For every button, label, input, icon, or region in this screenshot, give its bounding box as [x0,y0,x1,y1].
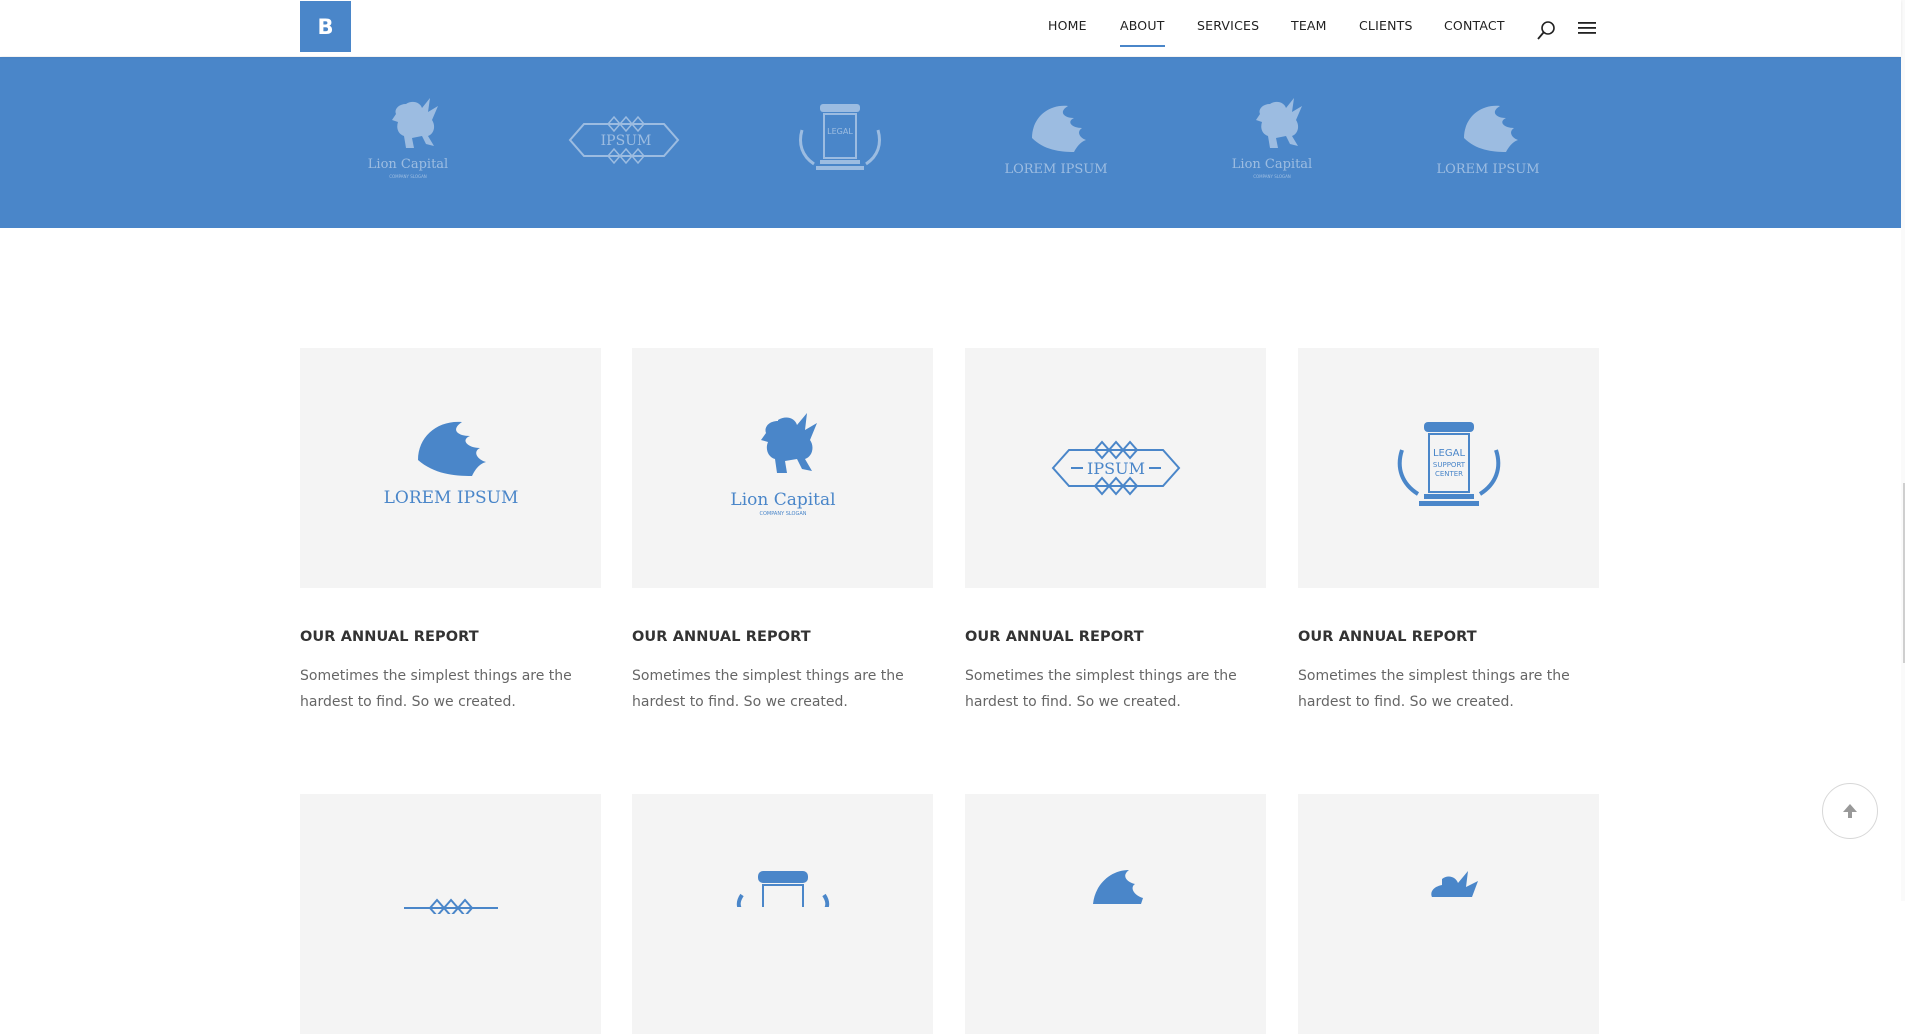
svg-text:LOREM IPSUM: LOREM IPSUM [383,488,518,508]
report-card[interactable] [300,794,601,1034]
report-card[interactable] [632,794,933,1034]
ipsum-diamond-logo [403,898,498,914]
lion-capital-logo[interactable]: Lion Capital COMPANY SLOGAN [1212,90,1332,190]
search-icon[interactable] [1536,19,1558,41]
logo-text: Lion Capital [368,157,448,172]
nav-clients[interactable]: CLIENTS [1359,18,1413,33]
svg-text:COMPANY SLOGAN: COMPANY SLOGAN [389,174,427,179]
report-card[interactable]: LEGAL SUPPORT CENTER OUR ANNUAL REPORT S… [1298,348,1599,715]
lion-capital-logo[interactable]: Lion Capital COMPANY SLOGAN [348,90,468,190]
lion-capital-logo [1430,871,1478,897]
card-text: Sometimes the simplest things are the ha… [632,668,904,710]
hamburger-menu-icon[interactable] [1578,20,1596,36]
card-image[interactable]: LOREM IPSUM [300,348,601,588]
legal-column-logo[interactable]: LEGAL [780,90,900,190]
ipsum-diamond-logo: IPSUM [1051,440,1180,496]
card-text: Sometimes the simplest things are the ha… [1298,668,1570,710]
legal-column-logo [736,871,829,907]
report-card[interactable] [1298,794,1599,1034]
card-image[interactable]: Lion Capital COMPANY SLOGAN [632,348,933,588]
shell-lion-logo [1092,870,1143,904]
svg-text:IPSUM: IPSUM [1087,459,1145,478]
card-title[interactable]: OUR ANNUAL REPORT [300,629,601,645]
site-header: B HOME ABOUT SERVICES TEAM CLIENTS CONTA… [0,0,1901,56]
report-card[interactable] [965,794,1266,1034]
nav-services[interactable]: SERVICES [1197,18,1259,33]
card-title[interactable]: OUR ANNUAL REPORT [965,629,1266,645]
svg-text:Lion Capital: Lion Capital [730,490,835,510]
svg-text:CENTER: CENTER [1434,470,1462,478]
svg-text:LEGAL: LEGAL [827,127,853,136]
ipsum-diamond-logo[interactable]: IPSUM [564,90,684,190]
card-image[interactable] [300,794,601,1034]
svg-text:SUPPORT: SUPPORT [1432,461,1465,469]
shell-lion-logo[interactable]: LOREM IPSUM [1428,90,1548,190]
card-text: Sometimes the simplest things are the ha… [965,668,1237,710]
card-title[interactable]: OUR ANNUAL REPORT [1298,629,1599,645]
svg-text:LOREM IPSUM: LOREM IPSUM [1004,162,1107,177]
card-image[interactable]: IPSUM [965,348,1266,588]
nav-contact[interactable]: CONTACT [1444,18,1505,33]
card-text: Sometimes the simplest things are the ha… [300,668,572,710]
nav-home[interactable]: HOME [1048,18,1087,33]
clients-band: Lion Capital COMPANY SLOGAN IPSUM LEGAL … [0,57,1901,228]
card-image[interactable] [632,794,933,1034]
arrow-up-icon [1843,804,1857,818]
nav-team[interactable]: TEAM [1291,18,1327,33]
nav-about[interactable]: ABOUT [1120,18,1165,47]
report-card[interactable]: IPSUM OUR ANNUAL REPORT Sometimes the si… [965,348,1266,715]
page-scrollbar[interactable] [1901,0,1905,901]
report-card[interactable]: Lion Capital COMPANY SLOGAN OUR ANNUAL R… [632,348,933,715]
back-to-top-button[interactable] [1822,783,1878,839]
legal-column-logo: LEGAL SUPPORT CENTER [1397,422,1500,506]
report-card[interactable]: LOREM IPSUM OUR ANNUAL REPORT Sometimes … [300,348,601,715]
svg-text:COMPANY SLOGAN: COMPANY SLOGAN [759,511,806,517]
card-image[interactable] [1298,794,1599,1034]
shell-lion-logo[interactable]: LOREM IPSUM [996,90,1116,190]
shell-lion-logo: LOREM IPSUM [383,421,518,508]
svg-text:IPSUM: IPSUM [601,133,652,149]
svg-text:LEGAL: LEGAL [1432,448,1464,459]
card-title[interactable]: OUR ANNUAL REPORT [632,629,933,645]
svg-text:Lion Capital: Lion Capital [1232,157,1312,172]
lion-capital-logo: Lion Capital COMPANY SLOGAN [730,413,835,517]
card-image[interactable] [965,794,1266,1034]
svg-text:LOREM IPSUM: LOREM IPSUM [1436,162,1539,177]
svg-text:COMPANY SLOGAN: COMPANY SLOGAN [1253,174,1291,179]
card-image[interactable]: LEGAL SUPPORT CENTER [1298,348,1599,588]
site-logo[interactable]: B [300,1,351,52]
